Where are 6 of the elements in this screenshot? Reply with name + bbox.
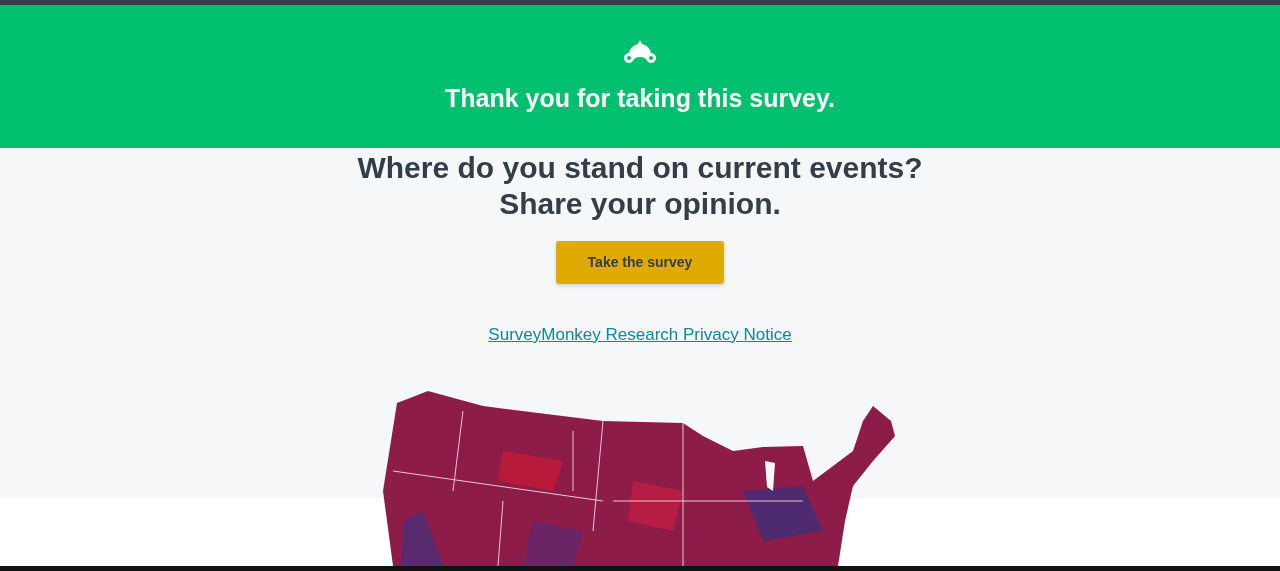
monkey-logo-icon bbox=[621, 40, 659, 66]
banner-title: Thank you for taking this survey. bbox=[445, 83, 835, 114]
headline: Where do you stand on current events? bbox=[357, 150, 923, 186]
take-survey-button[interactable]: Take the survey bbox=[556, 241, 724, 284]
privacy-notice-link[interactable]: SurveyMonkey Research Privacy Notice bbox=[488, 322, 792, 348]
headline: Share your opinion. bbox=[499, 186, 781, 222]
